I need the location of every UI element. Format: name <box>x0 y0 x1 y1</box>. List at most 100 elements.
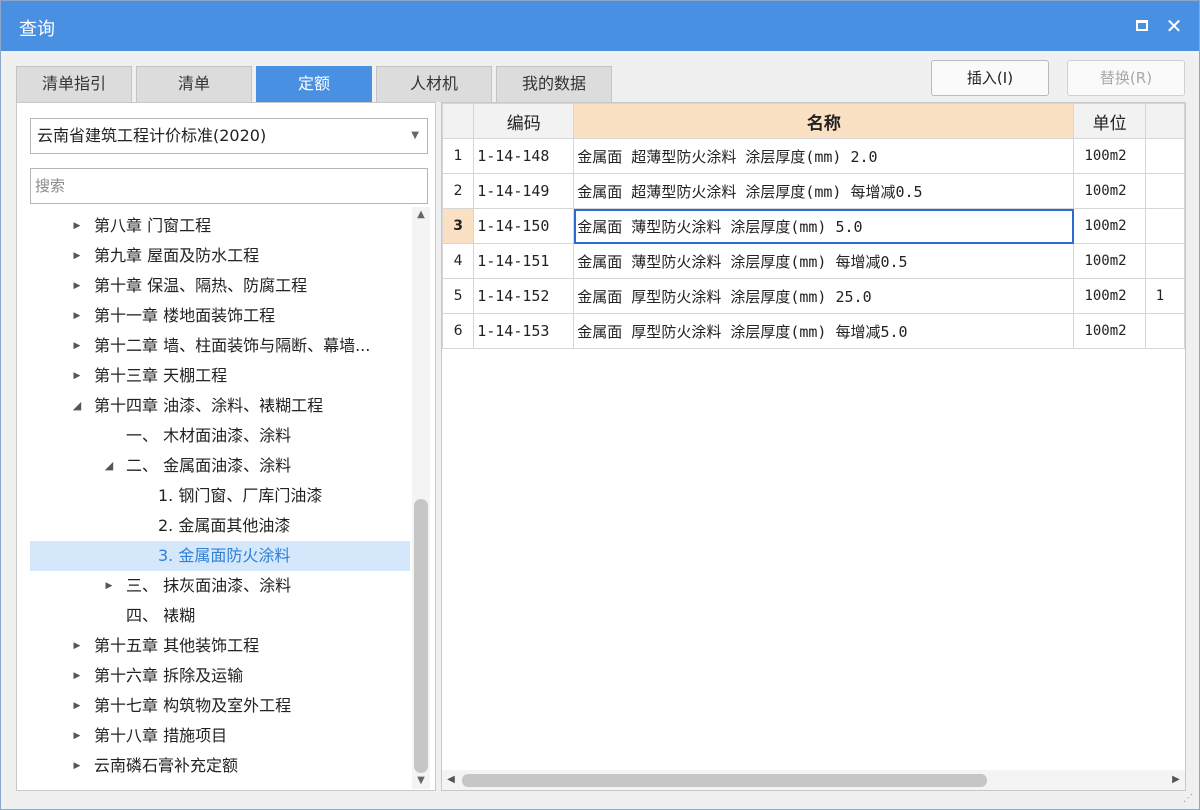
unit-cell[interactable]: 100m2 <box>1073 278 1146 314</box>
extra-column-header[interactable] <box>1144 103 1185 139</box>
tree-node[interactable]: ▶ 第九章 屋面及防水工程 <box>30 241 410 271</box>
replace-button[interactable]: 替换(R) <box>1067 60 1185 96</box>
unit-cell[interactable]: 100m2 <box>1073 138 1146 174</box>
expand-triangle-icon[interactable]: ▶ <box>70 751 84 781</box>
table-row[interactable]: 6 1-14-153 金属面 厚型防火涂料 涂层厚度(mm) 每增减5.0 100m2 <box>442 313 1185 349</box>
tab-quota[interactable]: 定额 <box>256 66 372 102</box>
window-title: 查询 <box>19 19 55 40</box>
name-cell[interactable]: 金属面 厚型防火涂料 涂层厚度(mm) 25.0 <box>573 278 1075 314</box>
resize-grip-icon[interactable]: ⋰ <box>1183 793 1195 805</box>
tab-bill-guide[interactable]: 清单指引 <box>16 66 132 102</box>
tree-node-label: 3. 金属面防火涂料 <box>158 546 291 565</box>
expand-triangle-icon[interactable]: ▶ <box>70 691 84 721</box>
scroll-down-icon[interactable]: ▼ <box>412 773 430 789</box>
tab-labor-material-machine[interactable]: 人材机 <box>376 66 492 102</box>
tree-node[interactable]: ▶ 第十六章 拆除及运输 <box>30 661 410 691</box>
tree-node[interactable]: ▶ 第十章 保温、隔热、防腐工程 <box>30 271 410 301</box>
expand-triangle-icon[interactable]: ▶ <box>70 241 84 271</box>
expand-triangle-icon[interactable]: ▶ <box>70 271 84 301</box>
table-row[interactable]: 2 1-14-149 金属面 超薄型防火涂料 涂层厚度(mm) 每增减0.5 100m… <box>442 173 1185 209</box>
row-number-cell[interactable]: 3 <box>442 208 475 244</box>
name-header[interactable]: 名称 <box>573 103 1075 139</box>
tree-node-label: 第十八章 措施项目 <box>94 726 228 745</box>
maximize-icon[interactable] <box>1129 13 1155 39</box>
tree-node[interactable]: ▶ 云南磷石膏补充定额 <box>30 751 410 781</box>
extra-cell[interactable] <box>1144 138 1185 174</box>
expand-triangle-icon[interactable]: ▶ <box>102 571 116 601</box>
expand-triangle-icon[interactable]: ▶ <box>70 211 84 241</box>
tree-node[interactable]: ▶ 第十三章 天棚工程 <box>30 361 410 391</box>
code-cell[interactable]: 1-14-153 <box>473 313 575 349</box>
scroll-left-icon[interactable]: ◀ <box>442 770 460 790</box>
tree-node[interactable]: 1. 钢门窗、厂库门油漆 <box>30 481 410 511</box>
name-cell[interactable]: 金属面 薄型防火涂料 涂层厚度(mm) 每增减0.5 <box>573 243 1075 279</box>
tree-scrollbar[interactable]: ▲ ▼ <box>412 207 430 789</box>
tree-node[interactable]: 2. 金属面其他油漆 <box>30 511 410 541</box>
name-cell[interactable]: 金属面 薄型防火涂料 涂层厚度(mm) 5.0 <box>573 208 1075 244</box>
unit-cell[interactable]: 100m2 <box>1073 313 1146 349</box>
expand-triangle-icon[interactable]: ▶ <box>70 361 84 391</box>
collapse-triangle-icon[interactable]: ◢ <box>70 391 84 421</box>
name-cell[interactable]: 金属面 超薄型防火涂料 涂层厚度(mm) 每增减0.5 <box>573 173 1075 209</box>
tree-node-label: 第十六章 拆除及运输 <box>94 666 244 685</box>
row-number-cell[interactable]: 5 <box>442 278 475 314</box>
unit-cell[interactable]: 100m2 <box>1073 173 1146 209</box>
grid-horizontal-scrollbar[interactable]: ◀ ▶ <box>442 770 1185 790</box>
extra-cell[interactable]: 1 <box>1144 278 1185 314</box>
expand-triangle-icon[interactable]: ▶ <box>70 631 84 661</box>
tree-node[interactable]: ▶ 第八章 门窗工程 <box>30 211 410 241</box>
code-cell[interactable]: 1-14-151 <box>473 243 575 279</box>
grid-scroll-thumb[interactable] <box>462 774 987 787</box>
row-number-cell[interactable]: 2 <box>442 173 475 209</box>
tree-node[interactable]: 一、 木材面油漆、涂料 <box>30 421 410 451</box>
extra-cell[interactable] <box>1144 173 1185 209</box>
code-header[interactable]: 编码 <box>473 103 575 139</box>
name-cell[interactable]: 金属面 超薄型防火涂料 涂层厚度(mm) 2.0 <box>573 138 1075 174</box>
table-row[interactable]: 1 1-14-148 金属面 超薄型防火涂料 涂层厚度(mm) 2.0 100m2 <box>442 138 1185 174</box>
tree-scroll-thumb[interactable] <box>414 499 428 773</box>
scroll-right-icon[interactable]: ▶ <box>1167 770 1185 790</box>
table-row[interactable]: 4 1-14-151 金属面 薄型防火涂料 涂层厚度(mm) 每增减0.5 100m2 <box>442 243 1185 279</box>
scroll-up-icon[interactable]: ▲ <box>412 207 430 223</box>
tree-node[interactable]: 3. 金属面防火涂料 <box>30 541 410 571</box>
extra-cell[interactable] <box>1144 208 1185 244</box>
row-number-cell[interactable]: 4 <box>442 243 475 279</box>
tree-node[interactable]: ▶ 三、 抹灰面油漆、涂料 <box>30 571 410 601</box>
code-cell[interactable]: 1-14-150 <box>473 208 575 244</box>
search-input[interactable] <box>30 168 428 204</box>
table-header-row: 编码 名称 单位 <box>442 103 1185 139</box>
unit-cell[interactable]: 100m2 <box>1073 208 1146 244</box>
expand-triangle-icon[interactable]: ▶ <box>70 661 84 691</box>
tree-node[interactable]: ◢ 二、 金属面油漆、涂料 <box>30 451 410 481</box>
tree-node[interactable]: ▶ 第十一章 楼地面装饰工程 <box>30 301 410 331</box>
table-row[interactable]: 3 1-14-150 金属面 薄型防火涂料 涂层厚度(mm) 5.0 100m2 <box>442 208 1185 244</box>
code-cell[interactable]: 1-14-148 <box>473 138 575 174</box>
expand-triangle-icon[interactable]: ▶ <box>70 301 84 331</box>
tab-bill[interactable]: 清单 <box>136 66 252 102</box>
extra-cell[interactable] <box>1144 243 1185 279</box>
tree-node[interactable]: ▶ 第十五章 其他装饰工程 <box>30 631 410 661</box>
table-row[interactable]: 5 1-14-152 金属面 厚型防火涂料 涂层厚度(mm) 25.0 100m2 1 <box>442 278 1185 314</box>
expand-triangle-icon[interactable]: ▶ <box>70 721 84 751</box>
chevron-down-icon[interactable]: ▼ <box>411 119 419 153</box>
extra-cell[interactable] <box>1144 313 1185 349</box>
row-number-cell[interactable]: 6 <box>442 313 475 349</box>
standard-select[interactable]: 云南省建筑工程计价标准(2020) ▼ <box>30 118 428 154</box>
name-cell[interactable]: 金属面 厚型防火涂料 涂层厚度(mm) 每增减5.0 <box>573 313 1075 349</box>
tree-node[interactable]: ▶ 第十八章 措施项目 <box>30 721 410 751</box>
collapse-triangle-icon[interactable]: ◢ <box>102 451 116 481</box>
tree-node[interactable]: ◢ 第十四章 油漆、涂料、裱糊工程 <box>30 391 410 421</box>
unit-header[interactable]: 单位 <box>1073 103 1146 139</box>
tree-node[interactable]: ▶ 第十七章 构筑物及室外工程 <box>30 691 410 721</box>
tree-node-label: 第十七章 构筑物及室外工程 <box>94 696 292 715</box>
insert-button[interactable]: 插入(I) <box>931 60 1049 96</box>
unit-cell[interactable]: 100m2 <box>1073 243 1146 279</box>
tab-my-data[interactable]: 我的数据 <box>496 66 612 102</box>
close-icon[interactable]: ✕ <box>1161 13 1187 39</box>
tree-node[interactable]: ▶ 第十二章 墙、柱面装饰与隔断、幕墙... <box>30 331 410 361</box>
tree-node[interactable]: 四、 裱糊 <box>30 601 410 631</box>
code-cell[interactable]: 1-14-149 <box>473 173 575 209</box>
row-number-cell[interactable]: 1 <box>442 138 475 174</box>
code-cell[interactable]: 1-14-152 <box>473 278 575 314</box>
expand-triangle-icon[interactable]: ▶ <box>70 331 84 361</box>
